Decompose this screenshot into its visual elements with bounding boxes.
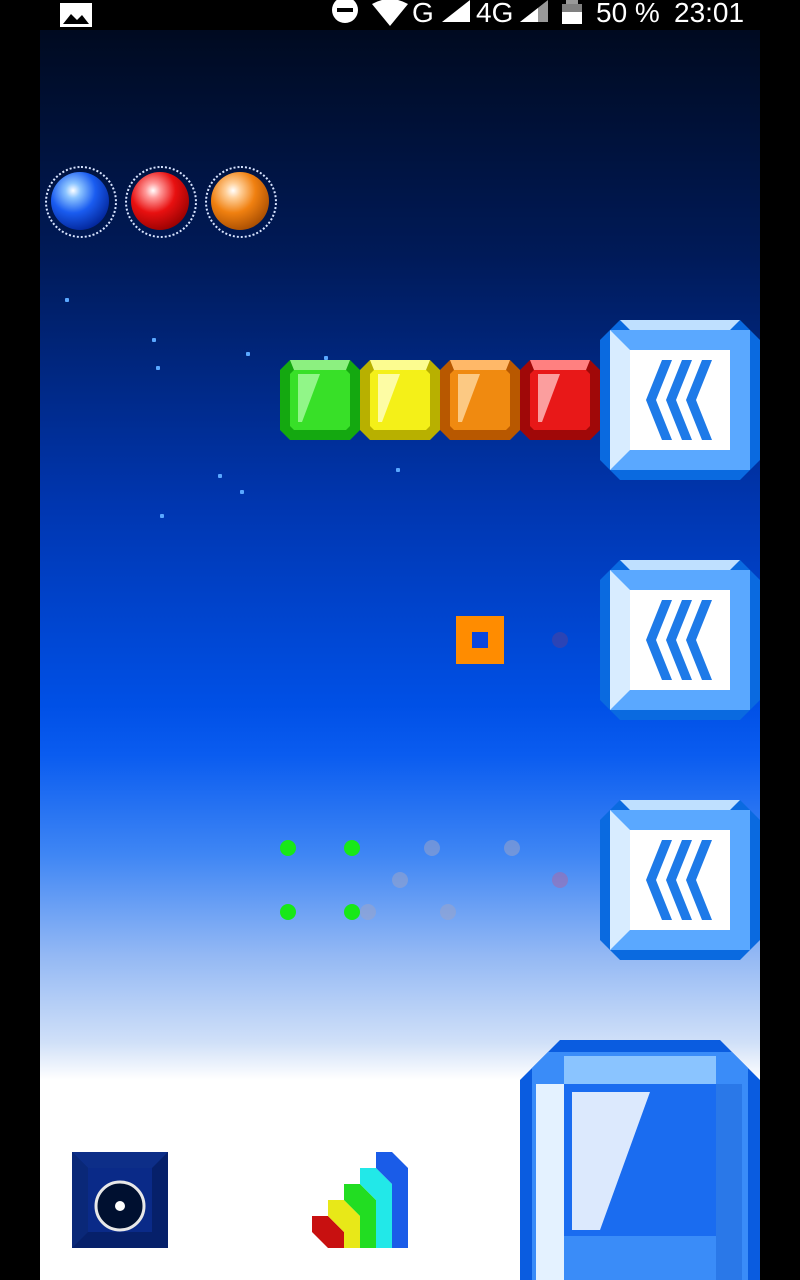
wifi-icon [372,0,408,26]
progress-dot-lit [344,840,360,856]
game-board[interactable] [40,30,760,1280]
star [152,338,156,342]
progress-dot [424,840,440,856]
status-bar: G 4G 50 % 23:01 [0,0,800,30]
next-gem-blue[interactable] [520,1040,760,1280]
signal-icon-2 [520,0,548,22]
target-square [456,616,504,664]
battery-percentage: 50 % [596,0,660,28]
push-left-button-2[interactable] [600,560,760,720]
network-type-label-2: 4G [476,0,514,28]
sound-button[interactable] [72,1152,168,1248]
hint-dot [552,632,568,648]
progress-dot [360,904,376,920]
life-orb-red [125,166,197,238]
stats-button[interactable] [312,1152,408,1248]
life-orb-orange [205,166,277,238]
progress-dot [392,872,408,888]
battery-icon [562,0,582,24]
network-type-label: G [412,0,434,28]
progress-dot-lit [280,840,296,856]
progress-dot [440,904,456,920]
life-orb-blue [45,166,117,238]
progress-dot-lit [344,904,360,920]
star [156,366,160,370]
gallery-icon [60,3,92,27]
star [218,474,222,478]
gem-red[interactable] [520,360,600,440]
progress-dot [552,872,568,888]
push-left-button-1[interactable] [600,320,760,480]
push-left-button-3[interactable] [600,800,760,960]
star [160,514,164,518]
gem-yellow[interactable] [360,360,440,440]
speaker-icon [94,1180,146,1232]
star [396,468,400,472]
bar-steps-icon [312,1152,408,1248]
progress-dot [504,840,520,856]
star [65,298,69,302]
gem-orange[interactable] [440,360,520,440]
progress-dot-lit [280,904,296,920]
clock: 23:01 [674,0,745,28]
gem-green[interactable] [280,360,360,440]
star [240,490,244,494]
star [246,352,250,356]
signal-icon [442,0,470,22]
do-not-disturb-icon [332,0,358,23]
